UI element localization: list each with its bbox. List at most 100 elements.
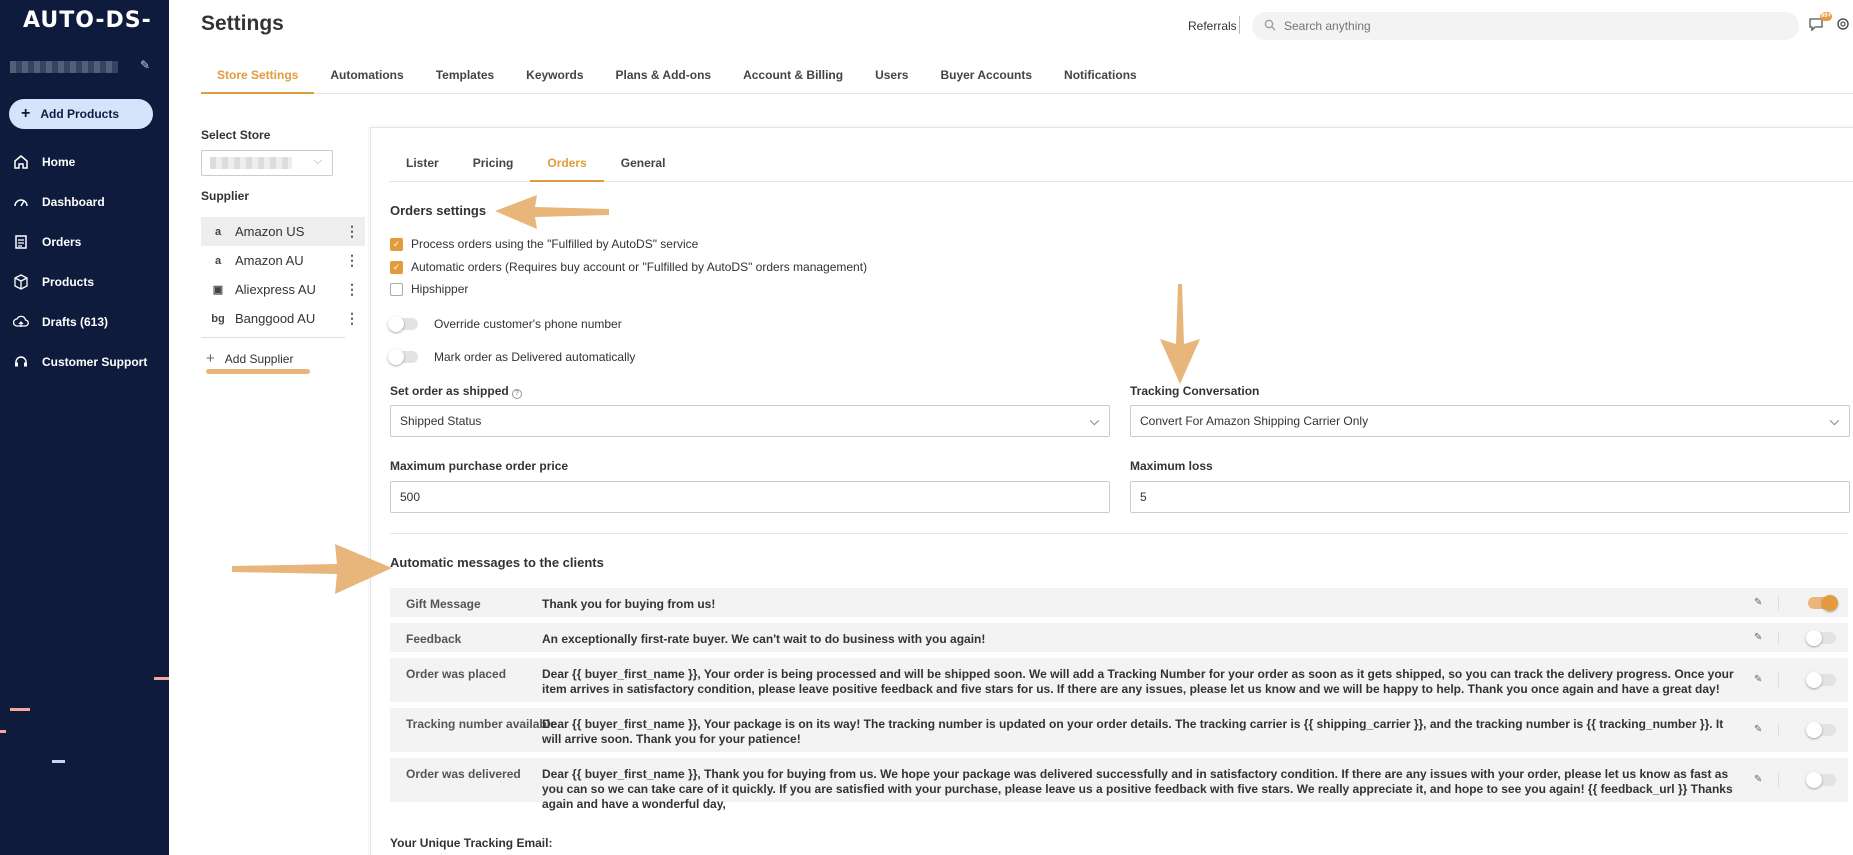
tracking-conversation-select[interactable]: Convert For Amazon Shipping Carrier Only…: [1130, 405, 1850, 437]
toggle-label: Override customer's phone number: [434, 317, 622, 331]
sidebar-item-orders[interactable]: Orders: [0, 222, 169, 262]
mark-delivered-toggle[interactable]: [388, 349, 418, 365]
sidebar-item-dashboard[interactable]: Dashboard: [0, 182, 169, 222]
store-select[interactable]: ⌵: [201, 150, 333, 176]
referrals-link[interactable]: Referrals: [1188, 19, 1237, 33]
tab-templates[interactable]: Templates: [420, 58, 510, 94]
supplier-item-aliexpress-au[interactable]: ▣ Aliexpress AU ⋮: [201, 275, 365, 304]
message-name: Order was delivered: [406, 767, 521, 781]
scroll-marker: [10, 708, 30, 711]
tab-store-settings[interactable]: Store Settings: [201, 58, 315, 94]
edit-icon[interactable]: ✎: [140, 58, 156, 74]
hipshipper-checkbox[interactable]: Hipshipper: [390, 282, 468, 296]
sidebar-item-label: Products: [42, 275, 95, 289]
gift-message-toggle[interactable]: [1808, 595, 1838, 611]
tab-lister[interactable]: Lister: [389, 152, 456, 182]
row-separator: [1778, 631, 1779, 645]
aliexpress-icon: ▣: [212, 284, 224, 296]
tracking-conversation-label: Tracking Conversation: [1130, 384, 1260, 398]
message-name: Order was placed: [406, 667, 507, 681]
automatic-orders-checkbox[interactable]: ✓ Automatic orders (Requires buy account…: [390, 260, 867, 274]
override-phone-toggle-row: Override customer's phone number: [388, 316, 622, 332]
amazon-icon: a: [214, 225, 222, 238]
max-purchase-price-field[interactable]: [390, 481, 1110, 513]
add-products-button[interactable]: + Add Products: [9, 99, 153, 129]
scroll-marker: [52, 760, 65, 763]
tab-buyer-accounts[interactable]: Buyer Accounts: [924, 58, 1048, 94]
message-row-order-delivered: Order was delivered Dear {{ buyer_first_…: [390, 758, 1848, 811]
autods-logo[interactable]: AUTO-DS-: [23, 8, 152, 33]
message-name: Feedback: [406, 632, 462, 646]
tab-orders[interactable]: Orders: [530, 152, 604, 182]
kebab-menu-icon[interactable]: ⋮: [345, 223, 359, 240]
tab-automations[interactable]: Automations: [314, 58, 419, 94]
sidebar-item-customer-support[interactable]: Customer Support: [0, 342, 169, 382]
tab-pricing[interactable]: Pricing: [456, 152, 531, 182]
fulfilled-by-autods-checkbox[interactable]: ✓ Process orders using the "Fulfilled by…: [390, 237, 698, 251]
supplier-item-amazon-au[interactable]: a Amazon AU ⋮: [201, 246, 365, 275]
banggood-icon: bg: [211, 312, 225, 325]
store-name-redacted: [210, 157, 292, 169]
message-name: Tracking number available: [406, 717, 557, 731]
override-phone-toggle[interactable]: [388, 316, 418, 332]
add-supplier-button[interactable]: + Add Supplier: [206, 350, 293, 367]
sidebar-item-label: Home: [42, 155, 76, 169]
edit-icon[interactable]: ✎: [1754, 674, 1762, 685]
info-icon[interactable]: ?: [512, 389, 523, 399]
add-supplier-label: Add Supplier: [224, 351, 294, 366]
checkbox-unchecked[interactable]: [390, 282, 403, 296]
set-shipped-select[interactable]: Shipped Status ⌵: [390, 405, 1110, 437]
amazon-icon: a: [214, 254, 222, 267]
search-input[interactable]: [1284, 19, 1764, 33]
tab-general[interactable]: General: [604, 152, 683, 182]
edit-icon[interactable]: ✎: [1754, 597, 1762, 608]
max-purchase-price-input[interactable]: [400, 490, 1039, 504]
sidebar-item-label: Customer Support: [42, 355, 148, 369]
kebab-menu-icon[interactable]: ⋮: [345, 252, 359, 269]
kebab-menu-icon[interactable]: ⋮: [345, 310, 359, 327]
max-loss-field[interactable]: [1130, 481, 1850, 513]
search-bar[interactable]: [1252, 12, 1799, 40]
dashboard-icon: [12, 193, 30, 211]
supplier-item-amazon-us[interactable]: a Amazon US ⋮: [201, 217, 365, 246]
tab-plans-addons[interactable]: Plans & Add-ons: [600, 58, 728, 94]
toggle-label: Mark order as Delivered automatically: [434, 350, 636, 364]
sidebar-item-products[interactable]: Products: [0, 262, 169, 302]
sidebar-item-drafts[interactable]: Drafts (613): [0, 302, 169, 342]
chevron-down-icon: ⌵: [1089, 414, 1099, 428]
tab-account-billing[interactable]: Account & Billing: [727, 58, 859, 94]
order-delivered-toggle[interactable]: [1806, 772, 1836, 788]
checkbox-checked[interactable]: ✓: [390, 237, 403, 251]
message-text: Dear {{ buyer_first_name }}, Thank you f…: [542, 767, 1733, 811]
feedback-toggle[interactable]: [1806, 630, 1836, 646]
orders-icon: [12, 233, 30, 251]
edit-icon[interactable]: ✎: [1754, 774, 1762, 785]
settings-icon[interactable]: [1835, 16, 1853, 34]
message-text: Dear {{ buyer_first_name }}, Your order …: [542, 667, 1734, 696]
checkbox-label: Automatic orders (Requires buy account o…: [411, 260, 868, 274]
tab-keywords[interactable]: Keywords: [510, 58, 599, 94]
checkbox-checked[interactable]: ✓: [390, 260, 403, 274]
select-value: Convert For Amazon Shipping Carrier Only: [1140, 414, 1369, 428]
mark-delivered-toggle-row: Mark order as Delivered automatically: [388, 349, 636, 365]
tab-notifications[interactable]: Notifications: [1048, 58, 1153, 94]
supplier-name: Amazon US: [235, 224, 305, 239]
edit-icon[interactable]: ✎: [1754, 632, 1762, 643]
tab-users[interactable]: Users: [859, 58, 924, 94]
automatic-messages-title: Automatic messages to the clients: [390, 555, 604, 570]
sidebar-item-home[interactable]: Home: [0, 142, 169, 182]
max-loss-input[interactable]: [1140, 490, 1779, 504]
tracking-available-toggle[interactable]: [1806, 722, 1836, 738]
message-row-tracking-available: Tracking number available Dear {{ buyer_…: [390, 708, 1848, 752]
tracking-email-label: Your Unique Tracking Email:: [390, 836, 553, 850]
supplier-divider: [201, 337, 345, 338]
message-row-order-placed: Order was placed Dear {{ buyer_first_nam…: [390, 658, 1848, 702]
kebab-menu-icon[interactable]: ⋮: [345, 281, 359, 298]
order-placed-toggle[interactable]: [1806, 672, 1836, 688]
scroll-marker: [154, 677, 169, 680]
sidebar: AUTO-DS- ✎ + Add Products Home Dashboard…: [0, 0, 169, 855]
edit-icon[interactable]: ✎: [1754, 724, 1762, 735]
supplier-item-banggood-au[interactable]: bg Banggood AU ⋮: [201, 304, 365, 333]
sidebar-item-label: Orders: [42, 235, 82, 249]
settings-tabs: Store Settings Automations Templates Key…: [201, 58, 1853, 94]
